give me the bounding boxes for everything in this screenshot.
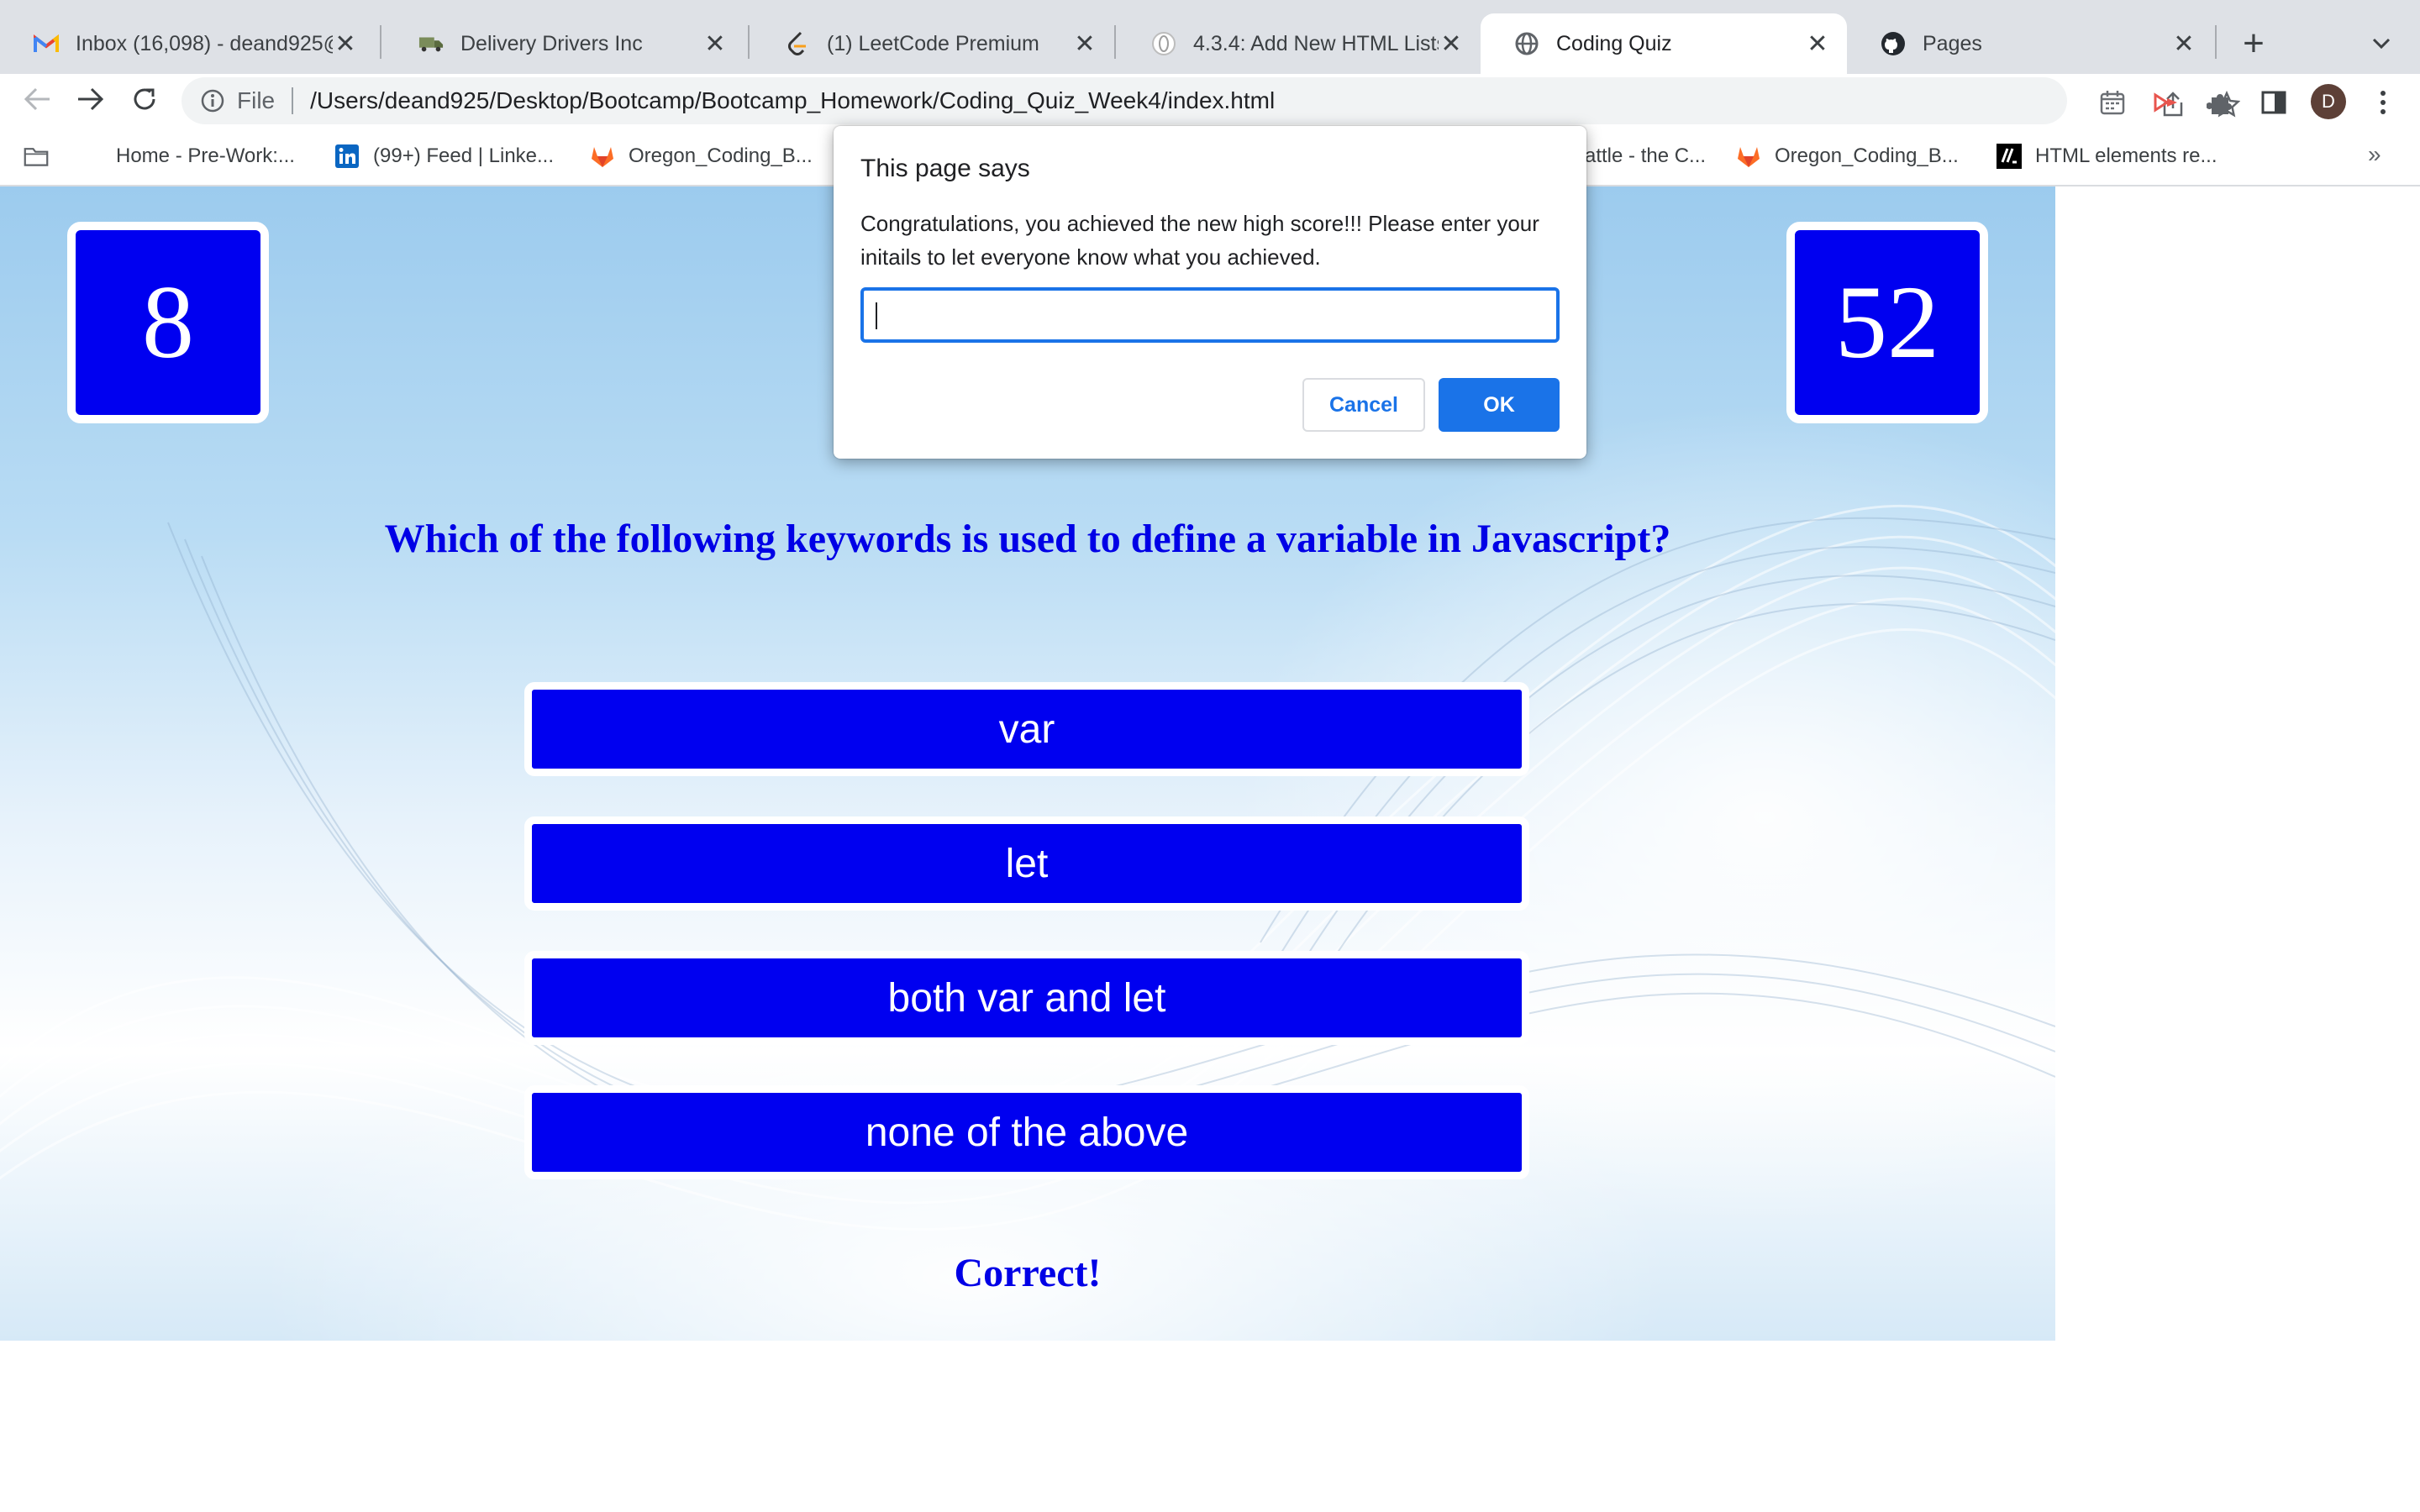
dialog-title: This page says (860, 155, 1030, 182)
close-icon[interactable]: ✕ (1072, 30, 1097, 58)
bookmark-html-elements[interactable]: HTML elements re... (1996, 141, 2217, 171)
profile-avatar[interactable]: D (2311, 84, 2346, 119)
gmail-icon (34, 31, 59, 56)
score-box: 52 (1786, 222, 1988, 423)
reload-button[interactable] (124, 81, 165, 121)
close-icon[interactable]: ✕ (1805, 30, 1830, 58)
new-tab-button[interactable]: + (2232, 22, 2275, 66)
answer-button-both[interactable]: both var and let (524, 951, 1529, 1045)
initials-input[interactable] (860, 287, 1560, 343)
cancel-button[interactable]: Cancel (1302, 378, 1425, 432)
tab-html-lists[interactable]: 4.3.4: Add New HTML Lists ✕ (1118, 13, 1481, 74)
calendar-icon[interactable] (2096, 86, 2129, 119)
tab-coding-quiz[interactable]: Coding Quiz ✕ (1481, 13, 1847, 74)
bookmark-label: attle - the C... (1585, 144, 1707, 167)
bookmark-folder[interactable] (24, 141, 62, 171)
answer-list: var let both var and let none of the abo… (524, 682, 1533, 1220)
info-icon[interactable] (200, 88, 225, 113)
url-text[interactable]: /Users/deand925/Desktop/Bootcamp/Bootcam… (310, 87, 1275, 114)
truck-icon (418, 31, 444, 56)
gitlab-icon (1736, 144, 1761, 169)
tab-title: (1) LeetCode Premium (827, 31, 1039, 55)
tab-github-pages[interactable]: Pages ✕ (1847, 13, 2213, 74)
bookmark-seattle[interactable]: attle - the C... (1585, 141, 1706, 171)
bookmarks-overflow-button[interactable]: » (2368, 141, 2381, 168)
tab-divider (1114, 25, 1116, 59)
tab-divider (380, 25, 381, 59)
address-bar[interactable]: File /Users/deand925/Desktop/Bootcamp/Bo… (182, 77, 2240, 124)
dialog-message: Congratulations, you achieved the new hi… (860, 211, 1539, 270)
prompt-dialog: This page says Congratulations, you achi… (834, 126, 1586, 459)
extensions-icon[interactable] (2203, 86, 2237, 119)
tab-title: Delivery Drivers Inc (460, 31, 643, 55)
tab-gmail[interactable]: Inbox (16,098) - deand925@ ✕ (0, 13, 375, 74)
arrow-right-icon (76, 87, 105, 116)
bookmark-label: Oregon_Coding_B... (1775, 144, 1959, 167)
tab-divider (748, 25, 750, 59)
answer-button-var[interactable]: var (524, 682, 1529, 776)
tab-delivery-drivers[interactable]: Delivery Drivers Inc ✕ (385, 13, 744, 74)
arrow-left-icon (23, 87, 51, 116)
linkedin-icon (334, 144, 360, 169)
bookmark-label: Home - Pre-Work:... (116, 144, 295, 167)
bookmark-label: HTML elements re... (2035, 144, 2217, 167)
bookmark-oregon-coding-1[interactable]: Oregon_Coding_B... (590, 141, 813, 171)
globe-icon (1514, 31, 1539, 56)
reload-icon (131, 86, 158, 117)
more-menu-icon[interactable] (2366, 86, 2400, 119)
text-caret (876, 302, 877, 329)
github-icon (1881, 31, 1906, 56)
screen-record-icon[interactable] (2149, 86, 2183, 119)
tab-strip: Inbox (16,098) - deand925@ ✕ Delivery Dr… (0, 0, 2420, 74)
close-icon[interactable]: ✕ (2171, 30, 2196, 58)
forward-button[interactable] (71, 81, 111, 121)
tab-title: Inbox (16,098) - deand925@ (76, 31, 333, 55)
answer-button-none[interactable]: none of the above (524, 1085, 1529, 1179)
side-panel-icon[interactable] (2257, 86, 2291, 119)
circle-icon (1151, 31, 1176, 56)
close-icon[interactable]: ✕ (333, 30, 358, 58)
bookmark-label: Oregon_Coding_B... (629, 144, 813, 167)
back-button[interactable] (17, 81, 57, 121)
url-divider (292, 87, 294, 114)
chevron-down-icon[interactable] (2363, 25, 2400, 62)
timer-box: 8 (67, 222, 269, 423)
leetcode-icon (785, 31, 810, 56)
tab-leetcode[interactable]: (1) LeetCode Premium ✕ (751, 13, 1114, 74)
bookmark-linkedin[interactable]: (99+) Feed | Linke... (334, 141, 554, 171)
bookmark-oregon-coding-2[interactable]: Oregon_Coding_B... (1736, 141, 1959, 171)
answer-button-let[interactable]: let (524, 816, 1529, 911)
tab-title: 4.3.4: Add New HTML Lists (1193, 31, 1439, 55)
ok-button[interactable]: OK (1439, 378, 1560, 432)
close-icon[interactable]: ✕ (1439, 30, 1464, 58)
dialog-buttons: Cancel OK (1302, 378, 1560, 432)
browser-toolbar: File /Users/deand925/Desktop/Bootcamp/Bo… (0, 74, 2420, 126)
url-scheme: File (237, 87, 276, 113)
bookmark-label: (99+) Feed | Linke... (373, 144, 555, 167)
tab-title: Coding Quiz (1556, 31, 1672, 55)
tab-title: Pages (1923, 31, 1982, 55)
question-text: Which of the following keywords is used … (384, 517, 1671, 561)
close-icon[interactable]: ✕ (702, 30, 728, 58)
bookmark-home-prework[interactable]: Home - Pre-Work:... (116, 141, 295, 171)
folder-icon (24, 144, 49, 169)
mdn-icon (1996, 144, 2022, 169)
gitlab-icon (590, 144, 615, 169)
answer-feedback: Correct! (954, 1251, 1102, 1295)
tab-divider (2215, 25, 2217, 59)
